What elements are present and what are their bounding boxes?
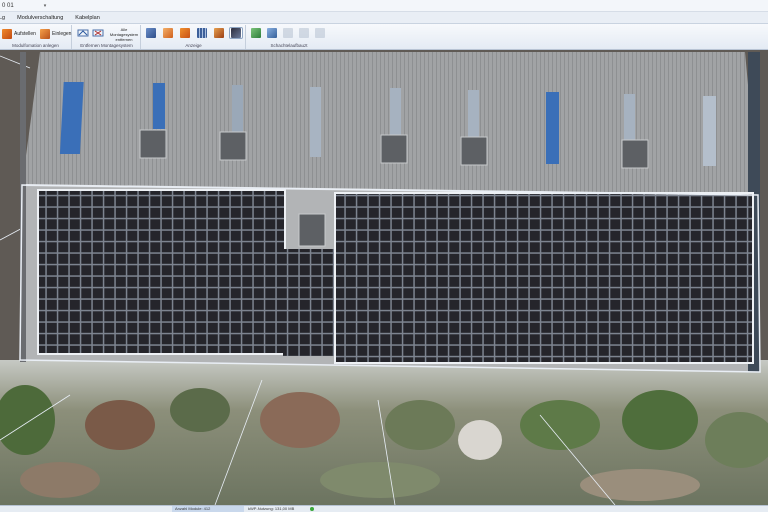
panel-array-left[interactable]	[37, 189, 286, 355]
layout-disabled-icon-3[interactable]	[313, 27, 327, 39]
chevron-down-icon[interactable]: ▾	[44, 3, 50, 9]
layout-disabled-icon-1[interactable]	[281, 27, 295, 39]
einlegen-label: Einlegen	[52, 31, 72, 37]
roof-plan-svg	[0, 50, 768, 505]
einlegen-icon	[40, 29, 50, 39]
view-grid-icon[interactable]	[195, 27, 209, 39]
view-roof-icon[interactable]	[178, 27, 192, 39]
kwp-usage: kWP-Nutzung: 131,00 MB	[248, 506, 295, 511]
title-fragment: 0 01	[2, 2, 14, 9]
view-selected-icon[interactable]	[229, 27, 243, 39]
app-window: 0 01 ▾ Lg Modulverschaltung Kabelplan Au…	[0, 0, 768, 512]
einlegen-button[interactable]: Einlegen	[40, 29, 71, 39]
tab-kabelplan[interactable]: Kabelplan	[69, 12, 105, 24]
group-label-anzeige: Anzeige	[185, 43, 202, 48]
view-module-icon[interactable]	[144, 27, 158, 39]
montage-remove-icon[interactable]	[91, 27, 105, 39]
group-label-modulformation: Modulfomation anlegen	[12, 43, 59, 48]
status-ok-icon	[310, 507, 314, 511]
tab-partial[interactable]: Lg	[0, 12, 11, 24]
aerial-map-canvas[interactable]	[0, 50, 768, 505]
aufstellen-label: Aufstellen	[14, 31, 36, 37]
layout-disabled-icon-2[interactable]	[297, 27, 311, 39]
ribbon: Aufstellen Einlegen Modulfomation anlege…	[0, 24, 768, 50]
title-bar: 0 01 ▾	[0, 0, 768, 12]
aufstellen-icon	[2, 29, 12, 39]
group-anzeige: Anzeige	[142, 25, 246, 49]
montage-tool-icon[interactable]	[76, 27, 90, 39]
group-label-schachtel: Schachtelaufbauzt	[270, 43, 308, 48]
view-orange-icon[interactable]	[161, 27, 175, 39]
panel-array-middle[interactable]	[283, 249, 339, 356]
group-label-entfernen: Entfernen Montagesystem	[80, 43, 133, 48]
status-bar: Anzahl Module: 412 kWP-Nutzung: 131,00 M…	[0, 505, 768, 512]
view-layer-icon[interactable]	[212, 27, 226, 39]
layout-blue-icon[interactable]	[265, 27, 279, 39]
panel-array-right[interactable]	[334, 192, 754, 364]
module-count: Anzahl Module: 412	[172, 506, 244, 512]
group-entfernen: Alle Montagesystem entfernen Entfernen M…	[73, 25, 141, 49]
remove-all-mounting-button[interactable]: Alle Montagesystem entfernen	[109, 27, 139, 42]
layout-green-icon[interactable]	[249, 27, 263, 39]
ribbon-tabs: Lg Modulverschaltung Kabelplan	[0, 12, 768, 24]
group-modulformation: Aufstellen Einlegen Modulfomation anlege…	[0, 25, 72, 49]
tab-modulverschaltung[interactable]: Modulverschaltung	[11, 12, 69, 24]
group-schachtel: Schachtelaufbauzt	[247, 25, 331, 49]
aufstellen-button[interactable]: Aufstellen	[2, 29, 36, 39]
